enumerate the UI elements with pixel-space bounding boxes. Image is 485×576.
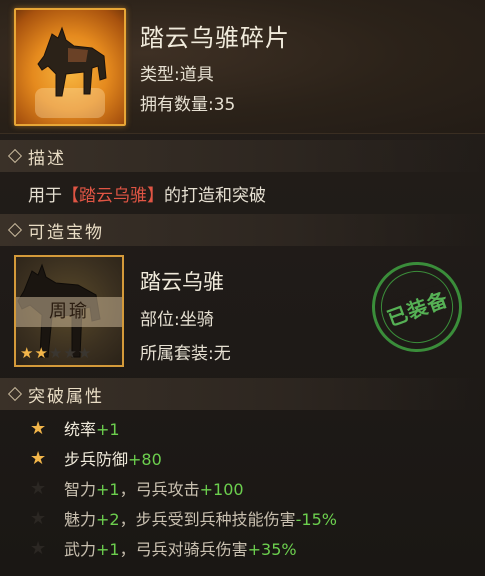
attribute-sep: ，弓兵对骑兵伤害 [119,540,248,559]
treasure-slot-value: 坐骑 [179,310,214,330]
diamond-icon [7,222,23,238]
attribute-text: 智力+1，弓兵攻击+100 [58,476,244,500]
attribute-bonus: -15% [295,510,337,529]
breakthrough-section-header: 突破属性 [0,378,485,410]
owner-tag: 周瑜 [16,297,122,327]
treasure-name: 踏云乌骓 [140,270,224,294]
attribute-sep: ，弓兵攻击 [119,480,200,499]
treasure-slot-label: 部位: [140,310,180,330]
treasure-card[interactable]: 周瑜 ★ ★ ★ ★ ★ [14,255,124,367]
description-section-header: 描述 [0,140,485,172]
diamond-icon [7,386,23,402]
item-name: 踏云乌骓碎片 [140,24,290,52]
treasure-slot: 部位:坐骑 [140,305,214,330]
description-suffix: 的打造和突破 [164,186,266,206]
item-count-label: 拥有数量: [140,95,214,115]
horse-icon [37,26,107,97]
breakthrough-attribute-row: ★ 智力+1，弓兵攻击+100 [30,476,244,500]
item-type-value: 道具 [179,65,214,85]
attribute-bonus: +100 [199,480,244,499]
item-count: 拥有数量:35 [140,90,235,115]
attribute-sep: ，步兵受到兵种技能伤害 [119,510,296,529]
item-count-value: 35 [213,95,236,115]
star-icon: ★ [20,344,34,362]
attribute-name: 统率 [64,420,97,439]
description-prefix: 用于 [28,186,62,206]
star-icon: ★ [30,417,47,439]
item-type-label: 类型: [140,65,180,85]
item-detail-panel: 踏云乌骓碎片 类型:道具 拥有数量:35 描述 用于【踏云乌骓】的打造和突破 可… [0,0,485,576]
description-text: 用于【踏云乌骓】的打造和突破 [28,181,266,206]
treasure-set-label: 所属套装: [140,344,214,364]
treasure-header-label: 可造宝物 [28,222,104,243]
equipped-stamp: 已装备 [359,249,475,365]
attribute-text: 魅力+2，步兵受到兵种技能伤害-15% [58,506,337,530]
star-icon: ★ [30,537,47,559]
description-link[interactable]: 【踏云乌骓】 [62,186,164,206]
breakthrough-attribute-row: ★ 统率+1 [30,416,120,440]
star-icon: ★ [77,344,92,362]
star-icon: ★ [30,507,47,529]
attribute-text: 统率+1 [58,416,120,440]
item-type: 类型:道具 [140,60,214,85]
attribute-bonus: +1 [96,540,120,559]
breakthrough-attribute-row: ★ 武力+1，弓兵对骑兵伤害+35% [30,536,297,560]
star-icon: ★ [63,344,77,362]
attribute-name: 步兵防御 [64,450,129,469]
treasure-star-rating: ★ ★ ★ ★ ★ [20,344,91,362]
attribute-text: 武力+1，弓兵对骑兵伤害+35% [58,536,297,560]
breakthrough-header-label: 突破属性 [28,386,104,407]
attribute-bonus: +2 [96,510,120,529]
attribute-bonus: +80 [128,450,162,469]
item-icon-frame [14,8,126,126]
star-icon: ★ [48,344,63,362]
equipped-stamp-label: 已装备 [380,281,454,333]
attribute-name: 魅力 [64,510,97,529]
attribute-text: 步兵防御+80 [58,446,162,470]
attribute-name: 武力 [64,540,97,559]
treasure-set-value: 无 [213,344,231,364]
diamond-icon [7,148,23,164]
star-icon: ★ [34,344,48,362]
attribute-bonus: +1 [96,480,120,499]
treasure-section-header: 可造宝物 [0,214,485,246]
attribute-bonus: +1 [96,420,120,439]
breakthrough-attribute-row: ★ 步兵防御+80 [30,446,162,470]
attribute-name: 智力 [64,480,97,499]
treasure-set: 所属套装:无 [140,339,231,364]
description-header-label: 描述 [28,148,66,169]
star-icon: ★ [30,477,47,499]
breakthrough-attribute-row: ★ 魅力+2，步兵受到兵种技能伤害-15% [30,506,337,530]
attribute-bonus: +35% [247,540,297,559]
star-icon: ★ [30,447,47,469]
